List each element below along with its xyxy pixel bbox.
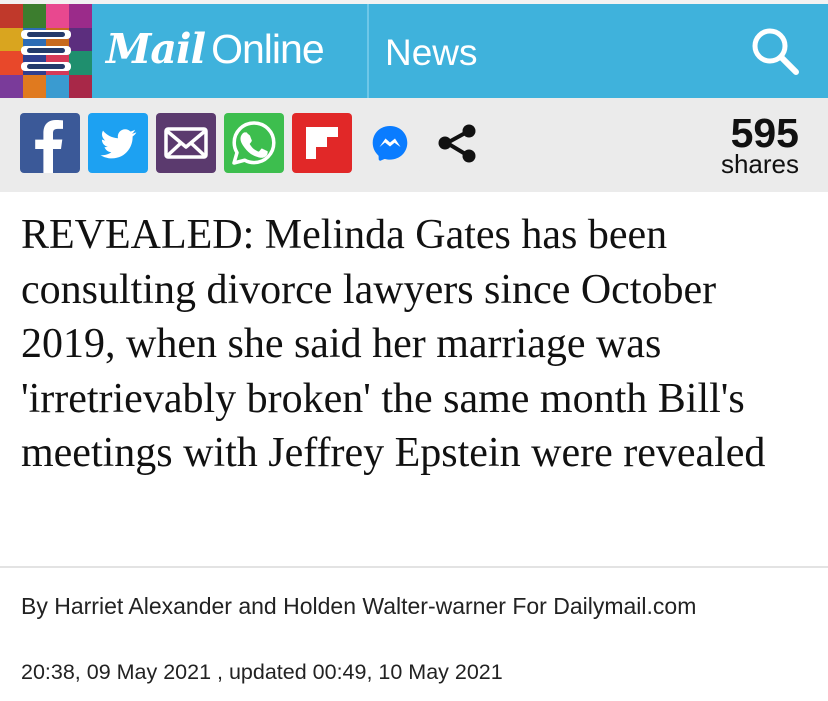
mosaic-tile	[0, 4, 23, 28]
twitter-icon	[88, 113, 148, 173]
messenger-icon	[360, 113, 420, 173]
mosaic-tile	[69, 51, 92, 75]
header-top-edge	[0, 0, 828, 4]
mosaic-tile	[0, 74, 23, 98]
byline-and: and	[231, 593, 284, 619]
twitter-share-button[interactable]	[88, 113, 148, 173]
header-divider	[367, 4, 369, 98]
site-header: Mail Online News	[0, 0, 828, 98]
mosaic-tile	[69, 4, 92, 28]
flipboard-share-button[interactable]	[292, 113, 352, 173]
mosaic-tile	[23, 74, 46, 98]
mosaic-tile	[69, 27, 92, 51]
mosaic-tile	[0, 27, 23, 51]
mosaic-tile	[69, 74, 92, 98]
byline-suffix: For Dailymail.com	[505, 593, 697, 619]
hamburger-menu-icon[interactable]	[21, 30, 71, 72]
email-share-button[interactable]	[156, 113, 216, 173]
mosaic-tile	[0, 51, 23, 75]
share-icon	[438, 124, 476, 163]
byline-prefix: By	[21, 593, 55, 619]
whatsapp-share-button[interactable]	[224, 113, 284, 173]
share-count: 595	[730, 110, 799, 156]
messenger-share-button[interactable]	[360, 113, 420, 173]
article-headline: REVEALED: Melinda Gates has been consult…	[21, 212, 766, 476]
divider	[0, 566, 828, 568]
logo-mail-text: Mail	[106, 25, 206, 73]
mosaic-tile	[46, 74, 69, 98]
search-icon[interactable]	[748, 24, 802, 78]
share-count-label: shares	[720, 149, 799, 179]
facebook-icon	[20, 113, 80, 173]
email-icon	[156, 113, 216, 173]
share-bar: 595 shares	[0, 98, 828, 192]
byline: By Harriet Alexander and Holden Walter-w…	[21, 590, 801, 622]
whatsapp-icon	[224, 113, 284, 173]
mailonline-logo[interactable]: Mail Online	[106, 22, 325, 76]
facebook-share-button[interactable]	[20, 113, 80, 173]
more-share-button[interactable]	[428, 113, 488, 173]
article-timestamp: 20:38, 09 May 2021 , updated 00:49, 10 M…	[21, 660, 503, 684]
section-title-news[interactable]: News	[385, 31, 478, 75]
mosaic-tile	[46, 4, 69, 28]
logo-online-text: Online	[211, 26, 325, 72]
author-link-2[interactable]: Holden Walter-warner	[283, 593, 506, 619]
mosaic-tile	[23, 4, 46, 28]
flipboard-icon	[292, 113, 352, 173]
author-link-1[interactable]: Harriet Alexander	[54, 593, 232, 619]
